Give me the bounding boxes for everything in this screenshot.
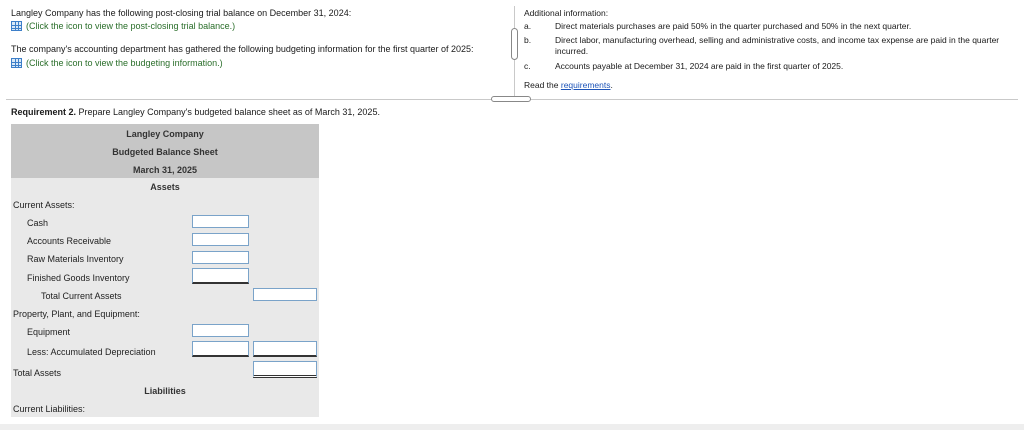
info-letter: b. — [524, 35, 532, 45]
total-assets-label: Total Assets — [13, 368, 62, 378]
info-text: Direct materials purchases are paid 50% … — [555, 21, 912, 31]
accounts-receivable-input[interactable] — [192, 233, 249, 246]
statement-title: Budgeted Balance Sheet — [112, 147, 218, 157]
raw-materials-input[interactable] — [192, 251, 249, 264]
budgeting-link[interactable]: (Click the icon to view the budgeting in… — [11, 58, 223, 68]
equipment-input[interactable] — [192, 324, 249, 337]
finished-goods-label: Finished Goods Inventory — [27, 273, 130, 283]
trial-balance-link[interactable]: (Click the icon to view the post-closing… — [11, 21, 235, 31]
budgeting-link-text[interactable]: (Click the icon to view the budgeting in… — [26, 58, 223, 68]
table-icon[interactable] — [11, 58, 22, 68]
raw-materials-label: Raw Materials Inventory — [27, 254, 124, 264]
info-text: Accounts payable at December 31, 2024 ar… — [555, 61, 844, 71]
equipment-label: Equipment — [27, 327, 71, 337]
statement-date: March 31, 2025 — [132, 165, 198, 175]
bottom-scroll-area — [0, 424, 1024, 430]
requirement-instruction: Prepare Langley Company's budgeted balan… — [76, 107, 380, 117]
current-assets-label: Current Assets: — [13, 200, 75, 210]
liabilities-heading: Liabilities — [144, 386, 186, 396]
info-letter: a. — [524, 21, 532, 31]
cash-input[interactable] — [192, 215, 249, 228]
accumulated-depreciation-input[interactable] — [192, 341, 249, 357]
info-text: Direct labor, manufacturing overhead, se… — [555, 35, 1000, 56]
table-icon[interactable] — [11, 21, 22, 31]
total-current-assets-label: Total Current Assets — [41, 291, 122, 301]
additional-heading: Additional information: — [524, 8, 609, 18]
total-current-assets-input[interactable] — [253, 288, 317, 301]
vertical-resize-handle[interactable] — [511, 28, 518, 60]
budgeting-text: The company's accounting department has … — [11, 44, 474, 54]
company-name: Langley Company — [126, 129, 204, 139]
accumulated-depreciation-label: Less: Accumulated Depreciation — [27, 347, 156, 357]
requirement-text: Requirement 2. Prepare Langley Company's… — [11, 107, 380, 117]
read-prefix: Read the — [524, 80, 559, 90]
finished-goods-input[interactable] — [192, 268, 249, 284]
read-suffix: . — [610, 80, 613, 90]
balance-sheet: Langley Company Budgeted Balance Sheet M… — [11, 124, 319, 417]
trial-balance-text: Langley Company has the following post-c… — [11, 8, 352, 18]
total-assets-input[interactable] — [253, 361, 317, 378]
accounts-receivable-label: Accounts Receivable — [27, 236, 112, 246]
assets-heading: Assets — [150, 182, 180, 192]
cash-label: Cash — [27, 218, 49, 228]
requirement-label: Requirement 2. — [11, 107, 77, 117]
net-ppe-input[interactable] — [253, 341, 317, 357]
ppe-label: Property, Plant, and Equipment: — [13, 309, 140, 319]
horizontal-resize-handle[interactable] — [491, 96, 531, 102]
info-letter: c. — [524, 61, 531, 71]
requirements-link[interactable]: requirements — [561, 80, 611, 90]
read-requirements: Read the requirements. — [524, 80, 613, 91]
trial-balance-link-text[interactable]: (Click the icon to view the post-closing… — [26, 21, 235, 31]
current-liabilities-label: Current Liabilities: — [13, 404, 86, 414]
